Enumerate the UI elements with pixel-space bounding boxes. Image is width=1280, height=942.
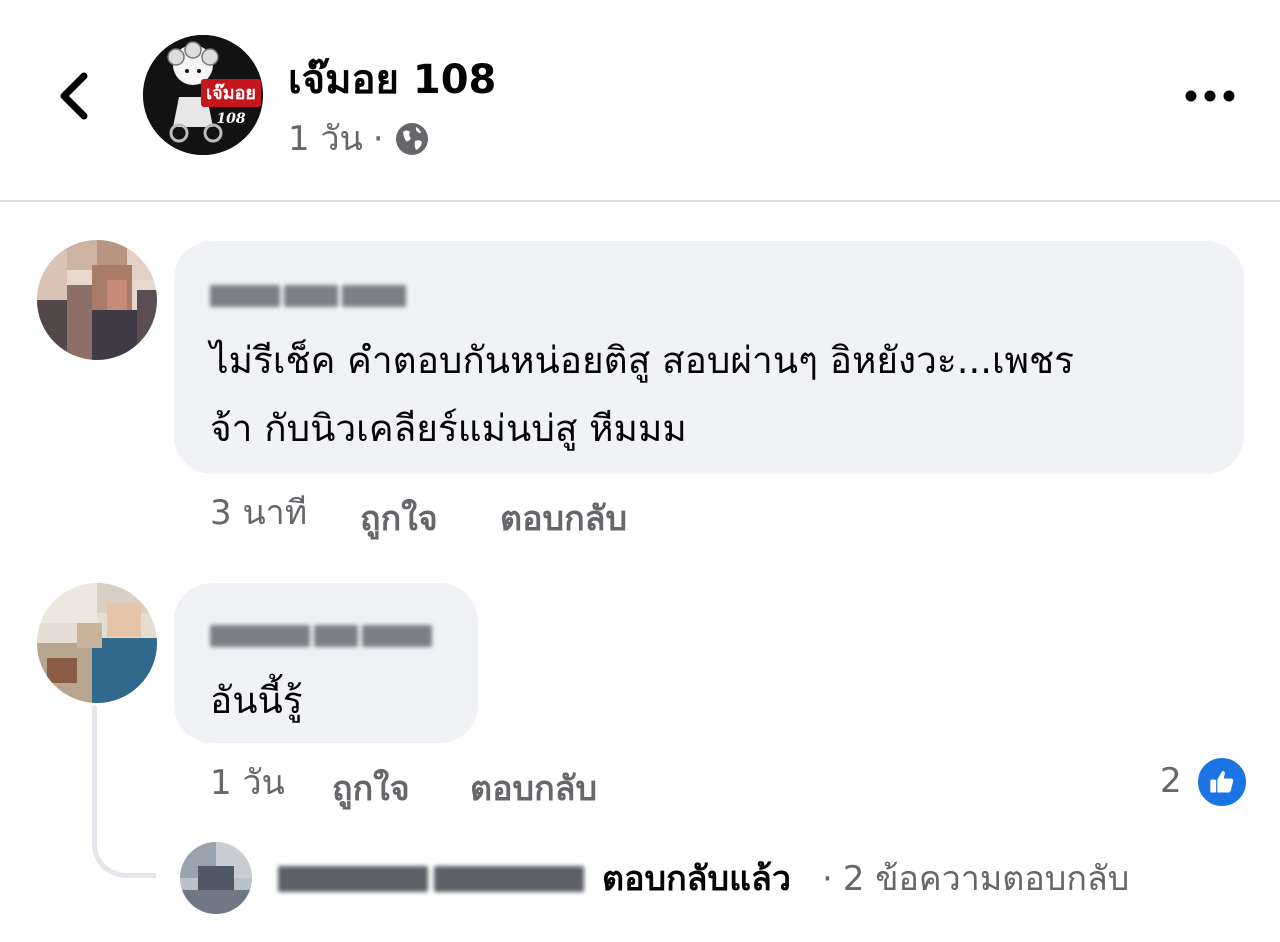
- commenter-avatar[interactable]: [37, 240, 157, 360]
- reply-button[interactable]: ตอบกลับ: [500, 496, 627, 542]
- comment-author-name-blurred[interactable]: [210, 279, 406, 313]
- post-meta: 1 วัน ·: [288, 116, 430, 162]
- comment-author-name-blurred[interactable]: [210, 619, 432, 653]
- view-replies-row[interactable]: ตอบกลับแล้ว · 2 ข้อความตอบกลับ: [180, 842, 1270, 918]
- logo-number: 108: [216, 111, 245, 127]
- logo-text: เจ๊มอย: [206, 83, 256, 104]
- reaction-count[interactable]: 2: [1160, 758, 1182, 804]
- like-button[interactable]: ถูกใจ: [332, 766, 410, 812]
- comment-time[interactable]: 3 นาที: [210, 490, 307, 536]
- comment-bubble[interactable]: อันนี้รู้: [174, 583, 478, 743]
- page-name[interactable]: เจ๊มอย 108: [288, 54, 496, 106]
- comment-bubble[interactable]: ไม่รีเช็ค คำตอบกันหน่อยติสู สอบผ่านๆ อิห…: [174, 241, 1244, 474]
- comment-time[interactable]: 1 วัน: [210, 760, 285, 806]
- like-thumb-icon: [1210, 771, 1234, 793]
- reply-separator: ·: [822, 859, 833, 899]
- comment-text-line-2: จ้า กับนิวเคลียร์แม่นบ่สู หีมมม: [210, 407, 687, 450]
- comment-text: อันนี้รู้: [210, 679, 303, 722]
- post-time[interactable]: 1 วัน: [288, 116, 363, 162]
- page-logo: เจ๊มอย 108: [143, 35, 263, 155]
- replied-label[interactable]: ตอบกลับแล้ว: [602, 856, 791, 902]
- back-button[interactable]: [44, 66, 104, 126]
- reply-thread-line: [92, 706, 156, 878]
- reply-button[interactable]: ตอบกลับ: [470, 766, 597, 812]
- page-avatar[interactable]: เจ๊มอย 108: [143, 35, 263, 155]
- reply-count-text: 2 ข้อความตอบกลับ: [842, 859, 1130, 899]
- more-options-button[interactable]: [1180, 78, 1240, 114]
- post-header: เจ๊มอย 108 เจ๊มอย 108 1 วัน ·: [0, 0, 1280, 202]
- replier-avatar[interactable]: [180, 842, 252, 914]
- like-reaction-icon[interactable]: [1196, 756, 1248, 808]
- meta-separator: ·: [372, 119, 384, 159]
- like-button[interactable]: ถูกใจ: [360, 496, 438, 542]
- more-horizontal-icon: [1185, 90, 1235, 102]
- comment-text-line-1: ไม่รีเช็ค คำตอบกันหน่อยติสู สอบผ่านๆ อิห…: [210, 339, 1075, 382]
- globe-icon[interactable]: [394, 121, 430, 157]
- commenter-avatar[interactable]: [37, 583, 157, 703]
- replier-name-blurred[interactable]: [278, 866, 584, 892]
- chevron-left-icon: [60, 72, 88, 120]
- reply-count[interactable]: · 2 ข้อความตอบกลับ: [822, 856, 1129, 902]
